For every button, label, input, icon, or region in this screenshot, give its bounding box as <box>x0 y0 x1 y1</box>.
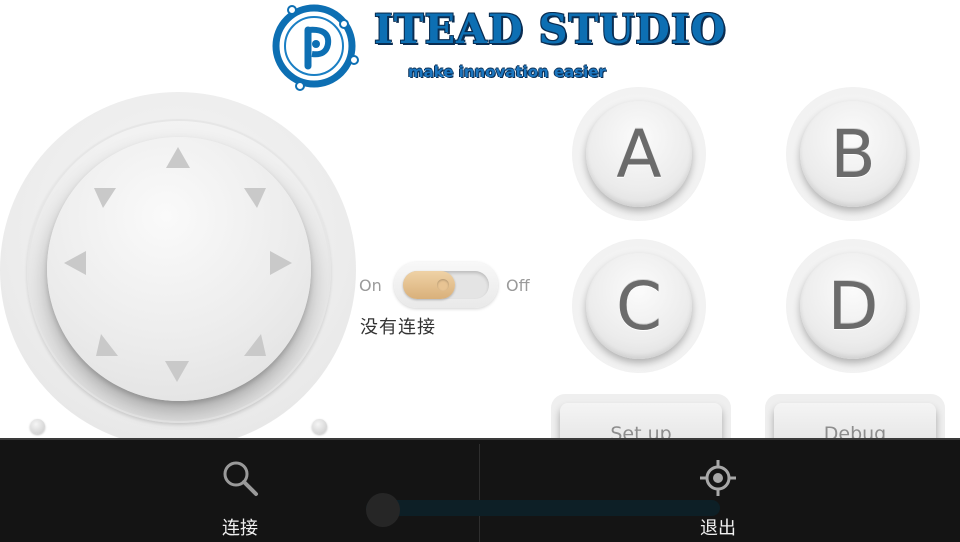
logo-title: ITEAD STUDIO <box>374 6 727 53</box>
hidden-slider-track <box>366 500 720 516</box>
connect-action[interactable]: 连接 <box>0 440 479 542</box>
button-c-halo: C <box>572 239 706 373</box>
arrow-left-icon[interactable] <box>62 249 90 277</box>
connection-toggle[interactable] <box>394 262 498 308</box>
exit-action[interactable]: 退出 <box>480 440 959 542</box>
arrow-right-icon[interactable] <box>266 249 294 277</box>
arrow-down-right-icon[interactable] <box>241 330 269 358</box>
button-a[interactable]: A <box>586 101 692 207</box>
joystick[interactable] <box>0 92 360 452</box>
itead-logo: ITEAD STUDIO make innovation easier <box>270 0 725 92</box>
bottom-action-bar: 连接 退出 <box>0 438 960 542</box>
toggle-off-label: Off <box>506 276 530 295</box>
button-d[interactable]: D <box>800 253 906 359</box>
arrow-down-icon[interactable] <box>163 357 191 385</box>
arrow-up-icon[interactable] <box>164 144 192 172</box>
connect-label: 连接 <box>222 518 258 539</box>
button-a-halo: A <box>572 87 706 221</box>
arrow-down-left-icon[interactable] <box>93 330 121 358</box>
button-d-halo: D <box>786 239 920 373</box>
button-c[interactable]: C <box>586 253 692 359</box>
toggle-thumb[interactable] <box>403 271 455 299</box>
toggle-on-label: On <box>359 276 382 295</box>
itead-logo-mark-icon <box>272 4 359 91</box>
joystick-right-dot <box>312 419 327 434</box>
hidden-slider-knob <box>366 493 400 527</box>
logo-tagline: make innovation easier <box>408 63 606 81</box>
arrow-up-right-icon[interactable] <box>240 182 268 210</box>
crosshair-icon <box>700 460 736 496</box>
connection-status: 没有连接 <box>360 317 436 338</box>
exit-label: 退出 <box>700 518 736 539</box>
search-icon <box>223 461 258 496</box>
button-b[interactable]: B <box>800 101 906 207</box>
button-b-halo: B <box>786 87 920 221</box>
arrow-up-left-icon[interactable] <box>92 182 120 210</box>
joystick-left-dot <box>30 419 45 434</box>
